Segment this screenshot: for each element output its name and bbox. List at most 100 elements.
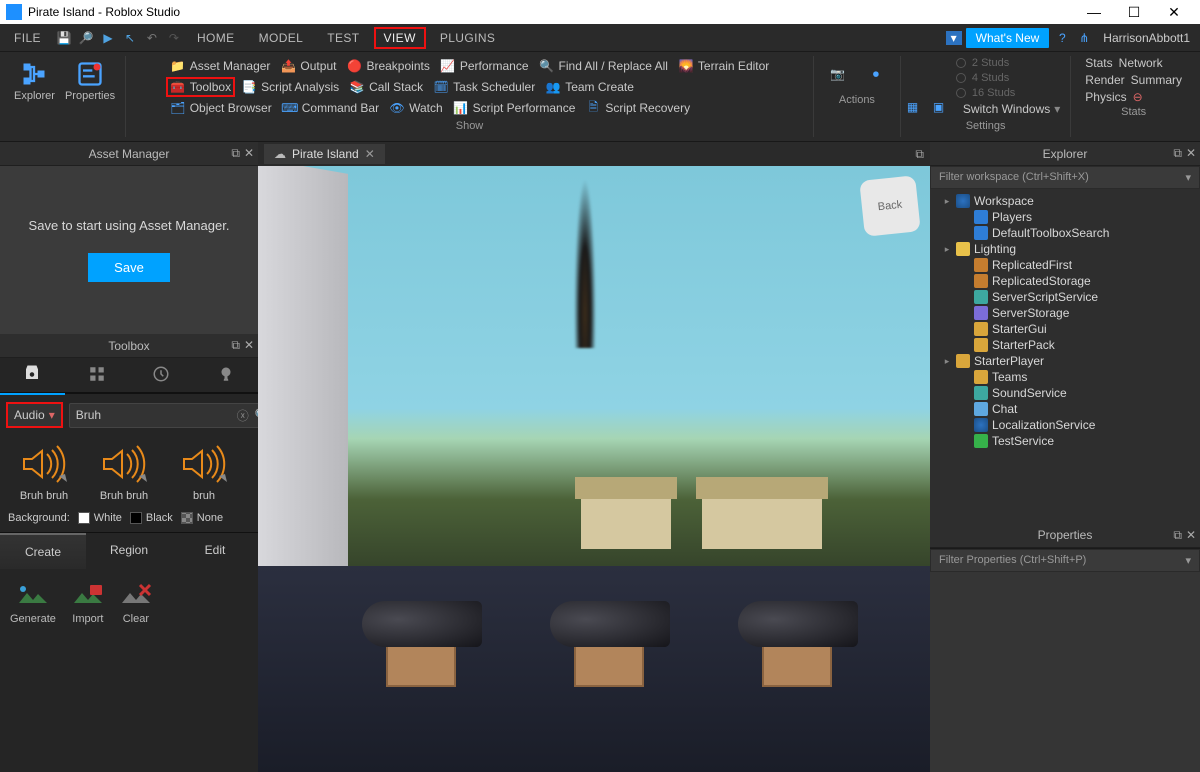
cursor-icon[interactable]: ↖ <box>121 29 139 47</box>
tree-item-starterplayer[interactable]: ▸StarterPlayer <box>930 353 1200 369</box>
menu-view[interactable]: VIEW <box>374 27 426 49</box>
ribbon-task-scheduler-button[interactable]: 🗓Task Scheduler <box>429 77 539 97</box>
undock-icon[interactable]: ⧉ <box>1173 146 1182 161</box>
ribbon-asset-manager-button[interactable]: 📁Asset Manager <box>166 56 275 76</box>
ribbon-script-analysis-button[interactable]: 📑Script Analysis <box>237 77 343 97</box>
switch-windows-button[interactable]: Switch Windows▾ <box>959 100 1064 118</box>
ribbon-script-performance-button[interactable]: 📊Script Performance <box>449 98 580 118</box>
tree-item-serverscriptservice[interactable]: ServerScriptService <box>930 289 1200 305</box>
menu-home[interactable]: HOME <box>187 27 245 49</box>
studs-16[interactable]: 16 Studs <box>956 86 1015 100</box>
toolbox-search-input[interactable] <box>76 408 231 422</box>
terrain-tab-edit[interactable]: Edit <box>172 533 258 569</box>
tree-item-players[interactable]: Players <box>930 209 1200 225</box>
expand-icon[interactable]: ▸ <box>942 196 952 207</box>
close-icon[interactable]: ✕ <box>365 147 375 161</box>
tree-item-starterpack[interactable]: StarterPack <box>930 337 1200 353</box>
close-icon[interactable]: ✕ <box>244 146 254 161</box>
binoculars-icon[interactable]: 🔎 <box>77 29 95 47</box>
ribbon-call-stack-button[interactable]: 📚Call Stack <box>345 77 427 97</box>
ribbon-terrain-editor-button[interactable]: 🌄Terrain Editor <box>674 56 773 76</box>
windows-icon[interactable]: ▣ <box>933 100 951 118</box>
bg-none-option[interactable]: None <box>181 512 223 524</box>
redo-icon[interactable]: ↷ <box>165 29 183 47</box>
stat-render[interactable]: Render <box>1085 73 1124 87</box>
tree-item-replicatedfirst[interactable]: ReplicatedFirst <box>930 257 1200 273</box>
ribbon-object-browser-button[interactable]: 🗂Object Browser <box>166 98 276 118</box>
expand-icon[interactable]: ▸ <box>942 244 952 255</box>
toolbox-tab-marketplace[interactable] <box>0 356 65 395</box>
undock-icon[interactable]: ⧉ <box>1173 528 1182 543</box>
close-icon[interactable]: ✕ <box>1186 528 1196 543</box>
explorer-filter-input[interactable]: Filter workspace (Ctrl+Shift+X) ▾ <box>930 166 1200 189</box>
tree-item-replicatedstorage[interactable]: ReplicatedStorage <box>930 273 1200 289</box>
ribbon-find-all-replace-all-button[interactable]: 🔍Find All / Replace All <box>535 56 672 76</box>
menu-test[interactable]: TEST <box>317 27 369 49</box>
toolbox-result[interactable]: Bruh bruh <box>8 442 80 502</box>
play-icon[interactable]: ▶ <box>99 29 117 47</box>
stat-summary[interactable]: Summary <box>1131 73 1182 87</box>
menu-file[interactable]: FILE <box>4 27 51 49</box>
view-gizmo[interactable]: Back <box>859 175 921 237</box>
ribbon-screenshot-button[interactable]: 📷 <box>820 56 856 92</box>
ribbon-breakpoints-button[interactable]: 🔴Breakpoints <box>342 56 433 76</box>
ribbon-toolbox-button[interactable]: 🧰Toolbox <box>166 77 235 97</box>
toolbox-tab-recent[interactable] <box>129 357 194 394</box>
tree-item-startergui[interactable]: StarterGui <box>930 321 1200 337</box>
toolbox-result[interactable]: Bruh bruh <box>88 442 160 502</box>
tree-item-chat[interactable]: Chat <box>930 401 1200 417</box>
ribbon-output-button[interactable]: 📤Output <box>276 56 340 76</box>
grid-icon[interactable]: ▦ <box>907 100 925 118</box>
bg-black-option[interactable]: Black <box>130 512 173 524</box>
collapse-down-icon[interactable]: ▾ <box>946 31 962 45</box>
terrain-clear-button[interactable]: Clear <box>120 581 152 625</box>
tree-item-soundservice[interactable]: SoundService <box>930 385 1200 401</box>
terrain-tab-create[interactable]: Create <box>0 533 86 569</box>
terrain-import-button[interactable]: Import <box>72 581 104 625</box>
stat-stats[interactable]: Stats <box>1085 56 1112 70</box>
clear-icon[interactable]: ⓧ <box>237 407 249 424</box>
studs-2[interactable]: 2 Studs <box>956 56 1009 70</box>
ribbon-properties-button[interactable]: Properties <box>61 56 119 106</box>
menu-model[interactable]: MODEL <box>249 27 314 49</box>
username-label[interactable]: HarrisonAbbott1 <box>1097 31 1196 45</box>
toolbox-tab-creations[interactable] <box>194 357 259 394</box>
menu-plugins[interactable]: PLUGINS <box>430 27 505 49</box>
tree-item-defaulttoolboxsearch[interactable]: DefaultToolboxSearch <box>930 225 1200 241</box>
ribbon-watch-button[interactable]: 👁Watch <box>385 98 447 118</box>
minimize-button[interactable]: — <box>1074 4 1114 20</box>
ribbon-script-recovery-button[interactable]: 🗎Script Recovery <box>581 98 694 118</box>
toolbox-category-select[interactable]: Audio ▾ <box>6 402 63 428</box>
doc-tab-pirate-island[interactable]: ☁ Pirate Island ✕ <box>264 144 385 164</box>
ribbon-command-bar-button[interactable]: ⌨Command Bar <box>278 98 383 118</box>
undock-icon[interactable]: ⧉ <box>231 146 240 161</box>
tree-item-lighting[interactable]: ▸Lighting <box>930 241 1200 257</box>
tree-item-workspace[interactable]: ▸Workspace <box>930 193 1200 209</box>
close-icon[interactable]: ✕ <box>1186 146 1196 161</box>
tree-item-localizationservice[interactable]: LocalizationService <box>930 417 1200 433</box>
device-icon[interactable]: ⧉ <box>915 147 924 162</box>
ribbon-performance-button[interactable]: 📈Performance <box>436 56 533 76</box>
close-icon[interactable]: ✕ <box>244 338 254 353</box>
maximize-button[interactable]: ☐ <box>1114 4 1154 21</box>
undo-icon[interactable]: ↶ <box>143 29 161 47</box>
tree-item-testservice[interactable]: TestService <box>930 433 1200 449</box>
stat-network[interactable]: Network <box>1119 56 1163 70</box>
tree-item-serverstorage[interactable]: ServerStorage <box>930 305 1200 321</box>
bg-white-option[interactable]: White <box>78 512 122 524</box>
help-icon[interactable]: ? <box>1053 29 1071 47</box>
save-icon[interactable]: 💾 <box>55 29 73 47</box>
studs-4[interactable]: 4 Studs <box>956 71 1009 85</box>
stat-physics[interactable]: Physics <box>1085 90 1126 104</box>
close-button[interactable]: ✕ <box>1154 4 1194 21</box>
ribbon-explorer-button[interactable]: Explorer <box>10 56 59 106</box>
expand-icon[interactable]: ▸ <box>942 356 952 367</box>
asset-manager-save-button[interactable]: Save <box>88 253 170 282</box>
undock-icon[interactable]: ⧉ <box>231 338 240 353</box>
whats-new-button[interactable]: What's New <box>966 28 1050 48</box>
tree-item-teams[interactable]: Teams <box>930 369 1200 385</box>
toolbox-tab-inventory[interactable] <box>65 357 130 394</box>
viewport-3d[interactable]: Back <box>258 166 930 772</box>
ribbon-record-button[interactable]: ⏺ <box>858 56 894 92</box>
terrain-generate-button[interactable]: Generate <box>10 581 56 625</box>
